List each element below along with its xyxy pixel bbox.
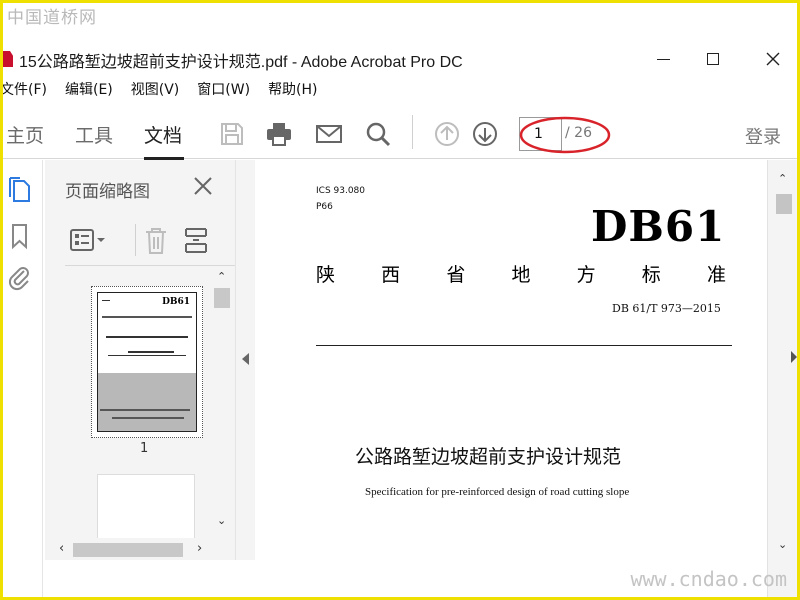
- thumbnail-page-number: 1: [140, 441, 149, 456]
- thumbnail-horizontal-scrollbar[interactable]: ‹ ›: [45, 538, 235, 560]
- doc-class-code: P66: [316, 202, 333, 212]
- doc-standard-mark: DB61: [591, 202, 726, 251]
- login-button[interactable]: 登录: [745, 123, 781, 149]
- close-icon: [766, 52, 780, 66]
- doc-title-english: Specification for pre-reinforced design …: [365, 486, 630, 498]
- scroll-left-arrow[interactable]: ‹: [59, 541, 64, 556]
- menu-file[interactable]: 文件(F): [3, 79, 47, 101]
- doc-province-char: 标: [641, 264, 661, 286]
- minimize-button[interactable]: [643, 43, 683, 75]
- menu-bar: 文件(F) 编辑(E) 视图(V) 窗口(W) 帮助(H): [3, 79, 336, 101]
- document-view[interactable]: ICS 93.080 P66 DB61 陕 西 省 地 方 标 准 DB 61/…: [255, 160, 767, 597]
- page-thumbnail-1[interactable]: DB61: [91, 286, 203, 438]
- doc-province-char: 陕: [316, 264, 336, 286]
- close-panel-icon[interactable]: [191, 174, 215, 198]
- scrollbar-thumb[interactable]: [214, 288, 230, 308]
- doc-province-char: 方: [576, 264, 596, 286]
- page-thumbnail-2[interactable]: [97, 474, 195, 538]
- highlight-annotation-ellipse: [519, 116, 611, 154]
- doc-province-char: 省: [446, 264, 466, 286]
- site-watermark-bottom: www.cndao.com: [630, 567, 787, 591]
- menu-view[interactable]: 视图(V): [131, 79, 180, 101]
- bookmark-icon[interactable]: [7, 222, 33, 250]
- doc-divider: [316, 345, 732, 346]
- left-rail: [3, 160, 43, 597]
- scrollbar-thumb[interactable]: [776, 194, 792, 214]
- doc-province-char: 地: [511, 264, 531, 286]
- doc-ics-code: ICS 93.080: [316, 186, 366, 196]
- scrollbar-thumb[interactable]: [73, 543, 183, 557]
- doc-province-char: 西: [381, 264, 401, 286]
- collapse-arrow-icon: [242, 353, 249, 365]
- tab-document[interactable]: 文档: [144, 121, 182, 148]
- maximize-button[interactable]: [693, 43, 733, 75]
- thumbnail-options-icon[interactable]: [69, 226, 109, 254]
- pdf-file-icon: [3, 51, 13, 67]
- delete-icon[interactable]: [143, 226, 169, 256]
- thumbnail-list: DB61 1: [45, 268, 211, 538]
- tab-tools[interactable]: 工具: [75, 121, 113, 148]
- menu-window[interactable]: 窗口(W): [197, 79, 250, 101]
- scroll-down-arrow[interactable]: ⌄: [778, 538, 787, 551]
- menu-help[interactable]: 帮助(H): [268, 79, 317, 101]
- window-title: 15公路路堑边坡超前支护设计规范.pdf - Adobe Acrobat Pro…: [19, 54, 463, 71]
- app-frame: 中国道桥网 15公路路堑边坡超前支护设计规范.pdf - Adobe Acrob…: [3, 3, 797, 597]
- page-down-icon[interactable]: [471, 120, 499, 148]
- toolbar-divider: [412, 115, 413, 149]
- page-up-icon[interactable]: [433, 120, 461, 148]
- doc-title-chinese: 公路路堑边坡超前支护设计规范: [355, 446, 622, 468]
- email-icon[interactable]: [315, 120, 343, 148]
- panel-toolbar-divider: [135, 224, 136, 256]
- close-window-button[interactable]: [753, 43, 793, 75]
- scroll-right-arrow[interactable]: ›: [197, 541, 202, 556]
- extract-pages-icon[interactable]: [183, 226, 209, 256]
- expand-right-pane-arrow-icon[interactable]: [791, 351, 797, 363]
- main-toolbar: 主页 工具 文档 1 / 26 登录: [3, 107, 797, 160]
- panel-title: 页面缩略图: [65, 182, 150, 202]
- thumbnail-panel: 页面缩略图 DB61 1 ⌃ ⌄ ‹ ›: [45, 160, 235, 560]
- thumbnail-page-preview: DB61: [97, 292, 197, 432]
- thumbnail-heading: DB61: [162, 297, 190, 307]
- print-icon[interactable]: [265, 120, 293, 148]
- doc-province-standard: 陕 西 省 地 方 标 准: [316, 260, 726, 287]
- doc-standard-code: DB 61/T 973—2015: [612, 302, 721, 315]
- collapse-panel-handle[interactable]: [235, 160, 255, 560]
- scroll-up-arrow[interactable]: ⌃: [217, 270, 226, 283]
- attachment-icon[interactable]: [7, 264, 33, 292]
- scroll-down-arrow[interactable]: ⌄: [217, 514, 226, 527]
- menu-edit[interactable]: 编辑(E): [65, 79, 113, 101]
- save-icon[interactable]: [218, 120, 246, 148]
- tab-home[interactable]: 主页: [6, 121, 44, 148]
- panel-toolbar: [65, 216, 235, 266]
- thumbnail-vertical-scrollbar[interactable]: ⌃ ⌄: [211, 268, 235, 538]
- document-vertical-scrollbar[interactable]: ⌃ ⌄: [767, 160, 797, 597]
- page-thumbnails-icon[interactable]: [7, 176, 33, 204]
- scroll-up-arrow[interactable]: ⌃: [778, 172, 787, 185]
- search-icon[interactable]: [364, 120, 392, 148]
- doc-province-char: 准: [706, 264, 726, 286]
- site-watermark-top: 中国道桥网: [7, 8, 97, 28]
